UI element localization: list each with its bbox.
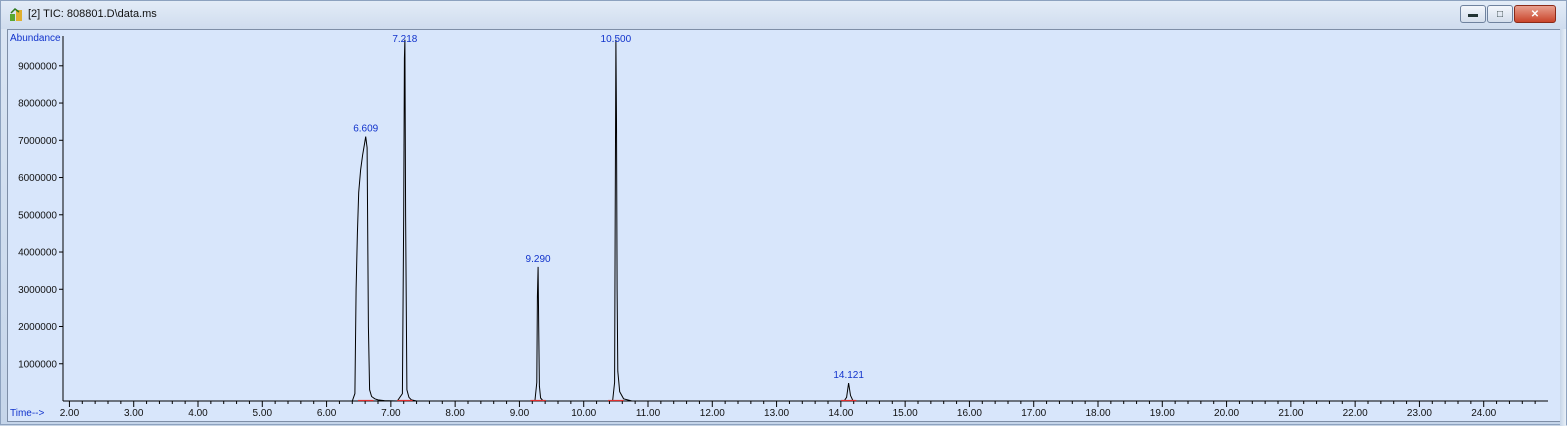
peak-labels: 6.609 7.218 9.290 10.500 14.121 [353, 34, 864, 402]
y-tick-label: 3000000 [18, 285, 57, 296]
x-tick-label: 20.00 [1214, 408, 1239, 419]
x-tick-label: 15.00 [893, 408, 918, 419]
x-tick-label: 13.00 [764, 408, 789, 419]
y-tick-label: 4000000 [18, 248, 57, 259]
x-tick-label: 17.00 [1021, 408, 1046, 419]
chromatogram-window: [2] TIC: 808801.D\data.ms ▬ □ ✕ Abundanc… [0, 0, 1567, 426]
x-tick-label: 2.00 [60, 408, 80, 419]
x-tick-label: 7.00 [381, 408, 401, 419]
y-tick-label: 8000000 [18, 99, 57, 110]
x-tick-label: 8.00 [445, 408, 465, 419]
x-tick-label: 18.00 [1085, 408, 1110, 419]
peak-label[interactable]: 7.218 [392, 34, 417, 45]
x-tick-label: 5.00 [253, 408, 273, 419]
x-tick-label: 22.00 [1343, 408, 1368, 419]
y-tick-label: 9000000 [18, 61, 57, 72]
x-tick-label: 4.00 [188, 408, 208, 419]
x-tick-label: 3.00 [124, 408, 144, 419]
x-tick-label: 12.00 [700, 408, 725, 419]
y-tick-label: 7000000 [18, 136, 57, 147]
x-tick-label: 16.00 [957, 408, 982, 419]
y-tick-label: 5000000 [18, 210, 57, 221]
close-icon: ✕ [1530, 8, 1540, 20]
app-icon [10, 8, 22, 21]
x-tick-label: 11.00 [636, 408, 661, 419]
chromatogram-chart[interactable]: Abundance Time--> 1000000 2000000 3000000 4… [8, 30, 1561, 421]
peak-label[interactable]: 10.500 [601, 34, 632, 45]
title-bar[interactable]: [2] TIC: 808801.D\data.ms ▬ □ ✕ [1, 1, 1566, 29]
axes: 1000000 2000000 3000000 4000000 5000000 60000… [18, 36, 1548, 419]
x-tick-label: 10.00 [571, 408, 596, 419]
tic-series-line [63, 39, 1548, 402]
minimize-icon: ▬ [1468, 8, 1478, 20]
tic-trace [63, 39, 1548, 402]
window-title: [2] TIC: 808801.D\data.ms [28, 8, 157, 20]
minimize-button[interactable]: ▬ [1460, 5, 1486, 23]
window-edge [1560, 29, 1566, 426]
y-tick-label: 1000000 [18, 359, 57, 370]
chromatogram-plot-area[interactable]: Abundance Time--> 1000000 2000000 3000000 4… [7, 29, 1562, 422]
x-tick-label: 24.00 [1471, 408, 1496, 419]
peak-label[interactable]: 14.121 [833, 370, 864, 381]
x-tick-label: 14.00 [828, 408, 853, 419]
x-tick-label: 21.00 [1278, 408, 1303, 419]
maximize-icon: □ [1496, 8, 1504, 20]
y-axis-label: Abundance [10, 33, 61, 44]
y-tick-label: 6000000 [18, 173, 57, 184]
peak-label[interactable]: 9.290 [526, 254, 551, 265]
x-tick-label: 6.00 [317, 408, 337, 419]
maximize-button[interactable]: □ [1487, 5, 1513, 23]
x-tick-label: 23.00 [1407, 408, 1432, 419]
x-axis-label: Time--> [10, 408, 45, 419]
y-tick-label: 2000000 [18, 322, 57, 333]
x-tick-label: 9.00 [510, 408, 530, 419]
peak-label[interactable]: 6.609 [353, 124, 378, 135]
close-button[interactable]: ✕ [1514, 5, 1556, 23]
x-tick-label: 19.00 [1150, 408, 1175, 419]
